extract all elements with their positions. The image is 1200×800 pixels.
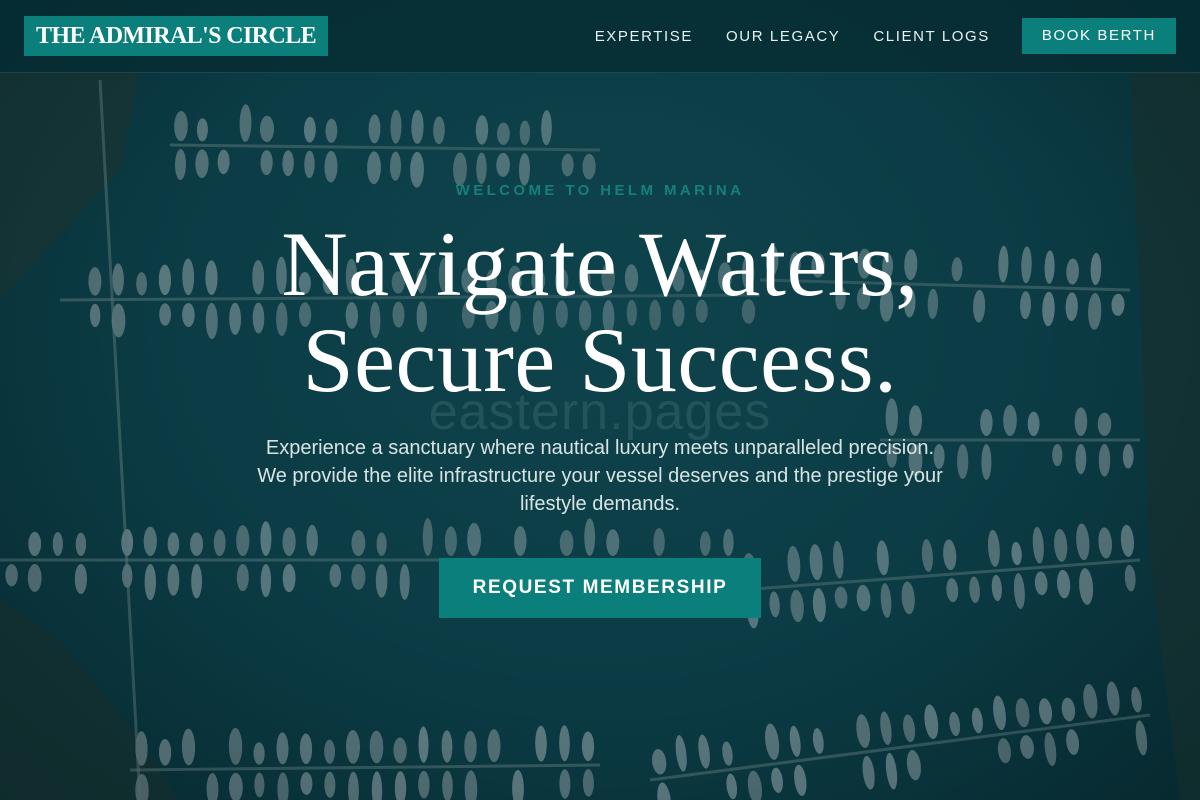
site-logo[interactable]: THE ADMIRAL'S CIRCLE (24, 16, 329, 56)
nav-link-client-logs[interactable]: CLIENT LOGS (873, 28, 990, 45)
hero-section: WELCOME TO HELM MARINA eastern.pages Nav… (0, 72, 1200, 800)
request-membership-button[interactable]: REQUEST MEMBERSHIP (439, 558, 761, 618)
hero-description: Experience a sanctuary where nautical lu… (257, 437, 943, 515)
nav-link-expertise[interactable]: EXPERTISE (595, 28, 693, 45)
main-nav: EXPERTISE OUR LEGACY CLIENT LOGS BOOK BE… (595, 18, 1176, 54)
hero-headline-line-2: Secure Success. (302, 309, 898, 411)
book-berth-button[interactable]: BOOK BERTH (1021, 18, 1176, 54)
hero-eyebrow: WELCOME TO HELM MARINA (455, 182, 745, 199)
hero-headline: Navigate Waters, Secure Success. (0, 216, 1200, 408)
hero-headline-line-1: Navigate Waters, (281, 213, 919, 315)
site-header: THE ADMIRAL'S CIRCLE EXPERTISE OUR LEGAC… (0, 0, 1200, 73)
nav-link-our-legacy[interactable]: OUR LEGACY (726, 28, 840, 45)
